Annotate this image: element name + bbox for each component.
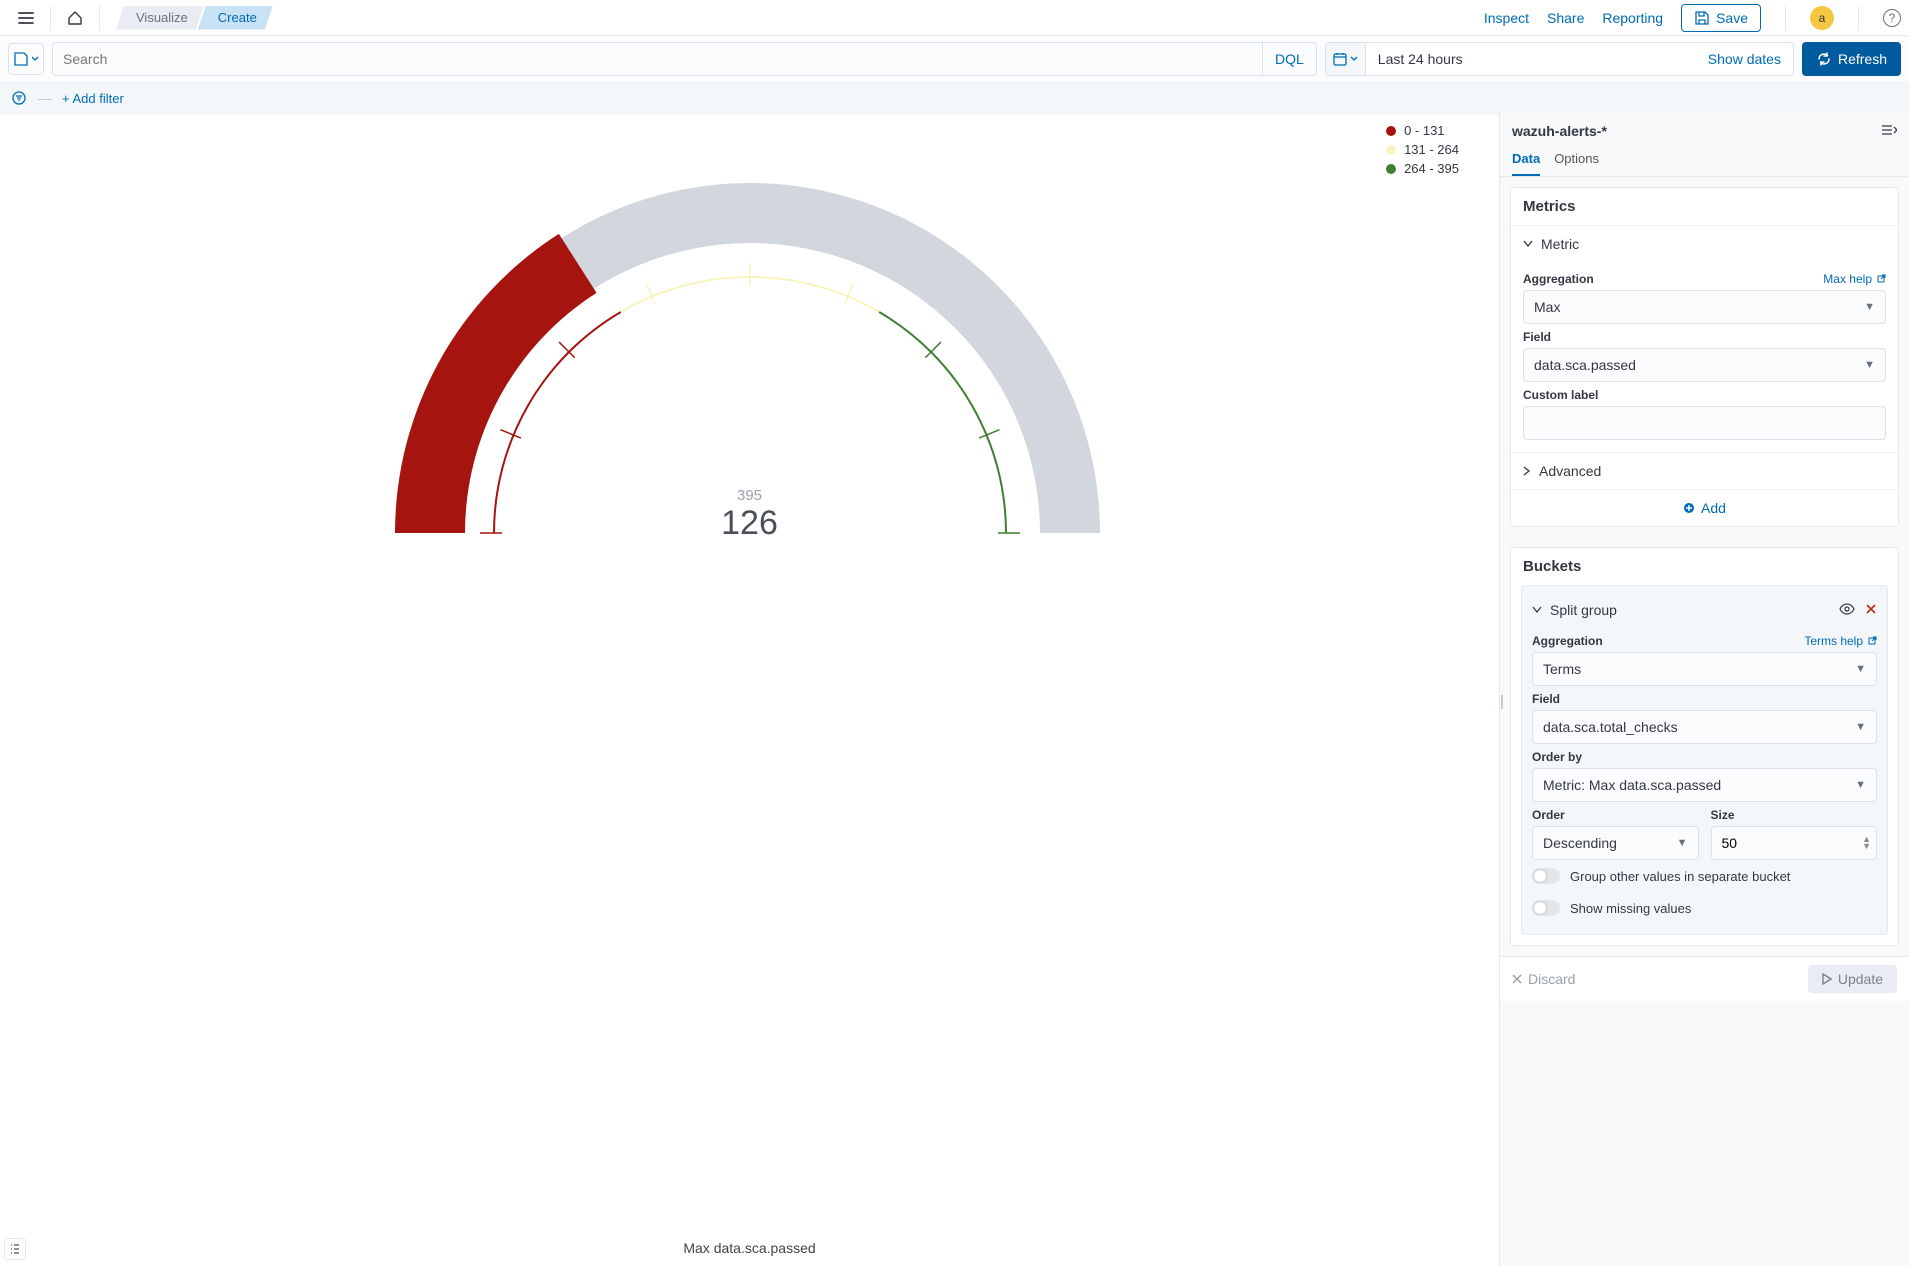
popout-icon [1867,636,1877,646]
gauge-value-label: 126 [721,504,778,543]
metric-custom-label: Custom label [1523,388,1598,402]
metric-field-select[interactable]: data.sca.passed▼ [1523,348,1886,382]
index-pattern-title[interactable]: wazuh-alerts-* [1512,123,1607,139]
metric-accordion-toggle[interactable]: Metric [1511,226,1898,262]
tab-options[interactable]: Options [1554,143,1599,176]
popout-icon [1876,274,1886,284]
close-icon [1512,974,1522,984]
add-filter-link[interactable]: + Add filter [62,91,124,106]
group-other-label: Group other values in separate bucket [1570,869,1790,884]
bucket-agg-label: Aggregation [1532,634,1603,648]
metric-agg-label: Aggregation [1523,272,1594,286]
bucket-agg-help-link[interactable]: Terms help [1804,634,1877,648]
play-icon [1822,973,1832,985]
visualization-area: 0 - 131 131 - 264 264 - 395 395 126 Max da… [0,113,1499,1266]
metric-agg-help-link[interactable]: Max help [1823,272,1886,286]
bucket-item-title: Split group [1550,602,1617,618]
metric-item-title: Metric [1541,236,1579,252]
side-panel: wazuh-alerts-* Data Options Metrics Metr… [1499,113,1909,1266]
collapse-panel-icon[interactable] [1881,123,1897,139]
inspect-link[interactable]: Inspect [1484,10,1529,26]
search-input[interactable] [53,43,1262,75]
bucket-field-select[interactable]: data.sca.total_checks▼ [1532,710,1877,744]
gauge-axis-title: Max data.sca.passed [683,1240,815,1256]
toggle-visibility-icon[interactable] [1839,602,1855,618]
calendar-icon [1332,51,1348,67]
metric-field-label: Field [1523,330,1551,344]
chevron-down-icon [1350,56,1358,62]
bucket-accordion-toggle[interactable]: Split group [1532,592,1877,628]
number-stepper[interactable]: ▲▼ [1862,836,1871,850]
legend-item[interactable]: 0 - 131 [1386,123,1459,138]
dql-toggle[interactable]: DQL [1262,43,1316,75]
panel-resize-handle[interactable] [1499,690,1504,714]
date-quick-menu[interactable] [1326,43,1366,75]
show-missing-toggle[interactable] [1532,900,1560,916]
metric-agg-select[interactable]: Max▼ [1523,290,1886,324]
metric-custom-label-input[interactable] [1523,406,1886,440]
legend: 0 - 131 131 - 264 264 - 395 [1386,123,1459,180]
breadcrumb-create[interactable]: Create [198,6,273,30]
bucket-order-label: Order [1532,808,1565,822]
date-range-display[interactable]: Last 24 hours [1366,43,1696,75]
bucket-orderby-select[interactable]: Metric: Max data.sca.passed▼ [1532,768,1877,802]
legend-label: 264 - 395 [1404,161,1459,176]
refresh-button[interactable]: Refresh [1802,42,1901,76]
refresh-label: Refresh [1838,51,1887,67]
metric-advanced-toggle[interactable]: Advanced [1511,452,1898,489]
legend-item[interactable]: 264 - 395 [1386,161,1459,176]
remove-bucket-icon[interactable] [1865,602,1877,618]
hamburger-menu[interactable] [8,0,44,36]
chevron-down-icon [1523,240,1533,248]
discard-button[interactable]: Discard [1512,971,1575,987]
update-button[interactable]: Update [1808,965,1897,993]
filter-options-icon[interactable] [10,89,28,107]
show-dates-link[interactable]: Show dates [1696,43,1793,75]
chevron-down-icon [1532,606,1542,614]
help-icon[interactable]: ? [1883,9,1901,27]
bucket-agg-select[interactable]: Terms▼ [1532,652,1877,686]
legend-label: 131 - 264 [1404,142,1459,157]
bucket-size-input[interactable] [1711,826,1878,860]
bucket-field-label: Field [1532,692,1560,706]
save-icon [1694,10,1710,26]
gauge-chart [370,123,1130,683]
avatar[interactable]: a [1810,6,1834,30]
legend-swatch [1386,126,1396,136]
metrics-heading: Metrics [1511,188,1898,225]
add-metric-link[interactable]: Add [1511,489,1898,526]
group-other-toggle[interactable] [1532,868,1560,884]
buckets-heading: Buckets [1511,548,1898,585]
home-icon[interactable] [57,0,93,36]
disk-icon [13,51,29,67]
bucket-orderby-label: Order by [1532,750,1582,764]
breadcrumb-visualize[interactable]: Visualize [116,6,204,30]
list-icon [9,1243,21,1255]
saved-query-menu[interactable] [8,43,44,75]
chevron-down-icon [31,56,39,62]
legend-label: 0 - 131 [1404,123,1444,138]
buckets-card: Buckets Split group Aggregation [1510,547,1899,946]
save-button[interactable]: Save [1681,4,1761,32]
legend-swatch [1386,164,1396,174]
share-link[interactable]: Share [1547,10,1584,26]
plus-circle-icon [1683,502,1695,514]
legend-item[interactable]: 131 - 264 [1386,142,1459,157]
legend-swatch [1386,145,1396,155]
bucket-order-select[interactable]: Descending▼ [1532,826,1699,860]
chevron-right-icon [1523,466,1531,476]
filter-separator: — [38,90,52,106]
metrics-card: Metrics Metric Aggregation Max help [1510,187,1899,527]
refresh-icon [1816,51,1832,67]
bucket-size-label: Size [1711,808,1735,822]
show-missing-label: Show missing values [1570,901,1691,916]
tab-data[interactable]: Data [1512,143,1540,176]
reporting-link[interactable]: Reporting [1602,10,1663,26]
save-button-label: Save [1716,10,1748,26]
legend-toggle[interactable] [4,1238,26,1260]
gauge-max-label: 395 [721,487,778,504]
